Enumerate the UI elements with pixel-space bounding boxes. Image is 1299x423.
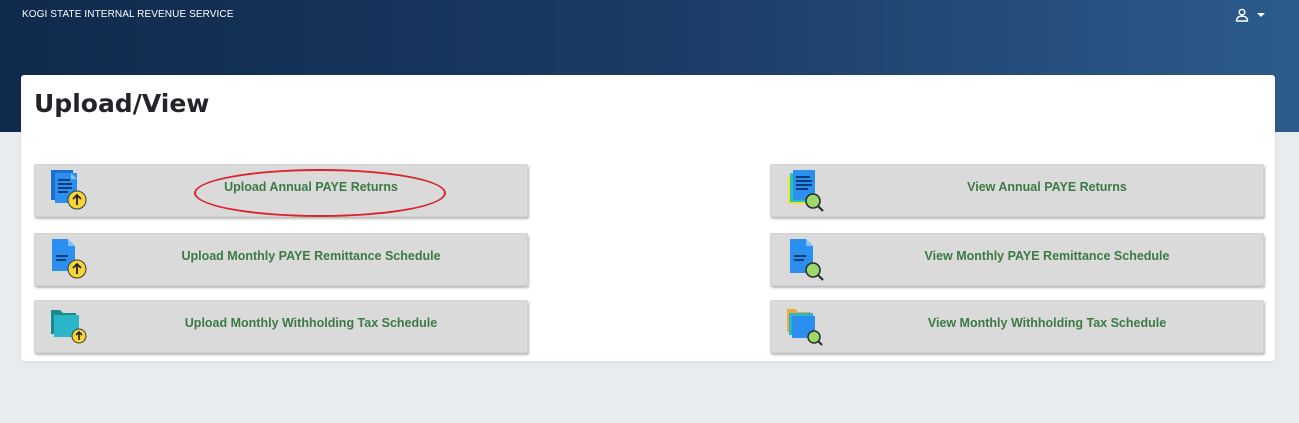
- view-monthly-paye-remittance-schedule-button[interactable]: View Monthly PAYE Remittance Schedule: [770, 233, 1264, 286]
- tile-label: Upload Monthly Withholding Tax Schedule: [184, 316, 438, 330]
- file-upload-icon: [48, 237, 94, 283]
- folder-upload-icon: [48, 304, 94, 350]
- tile-label: View Monthly Withholding Tax Schedule: [927, 316, 1167, 330]
- page-title: Upload/View: [34, 89, 210, 118]
- document-upload-icon: [48, 168, 94, 214]
- caret-down-icon[interactable]: [1257, 13, 1265, 17]
- view-monthly-withholding-tax-schedule-button[interactable]: View Monthly Withholding Tax Schedule: [770, 300, 1264, 353]
- view-annual-paye-returns-button[interactable]: View Annual PAYE Returns: [770, 164, 1264, 217]
- tile-label: Upload Annual PAYE Returns: [224, 180, 398, 194]
- file-search-icon: [784, 237, 830, 283]
- user-menu[interactable]: [1235, 8, 1265, 22]
- tile-label: View Monthly PAYE Remittance Schedule: [924, 249, 1170, 263]
- folder-search-icon: [784, 304, 830, 350]
- upload-monthly-withholding-tax-schedule-button[interactable]: Upload Monthly Withholding Tax Schedule: [34, 300, 528, 353]
- upload-view-panel: Upload/View Upload Annual PAYE Returns U…: [21, 75, 1275, 361]
- tile-label: Upload Monthly PAYE Remittance Schedule: [181, 249, 441, 263]
- upload-annual-paye-returns-button[interactable]: Upload Annual PAYE Returns: [34, 164, 528, 217]
- brand-title[interactable]: KOGI STATE INTERNAL REVENUE SERVICE: [22, 9, 234, 20]
- tile-label: View Annual PAYE Returns: [967, 180, 1127, 194]
- user-icon[interactable]: [1235, 8, 1249, 22]
- document-search-icon: [784, 168, 830, 214]
- upload-monthly-paye-remittance-schedule-button[interactable]: Upload Monthly PAYE Remittance Schedule: [34, 233, 528, 286]
